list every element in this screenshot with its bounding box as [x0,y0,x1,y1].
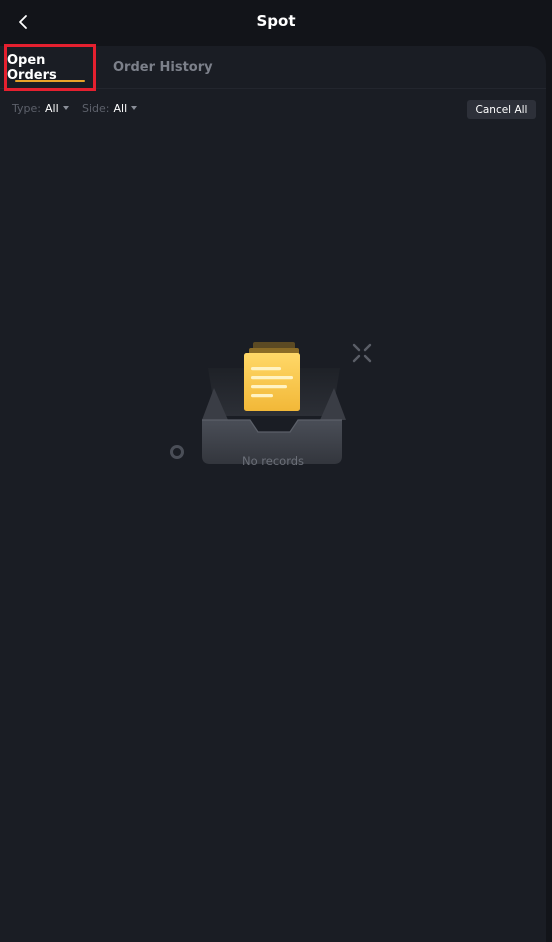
tab-order-history[interactable]: Order History [113,46,213,88]
side-filter-dropdown[interactable]: Side: All [82,102,138,115]
page-title: Spot [256,12,296,30]
tab-open-orders[interactable]: Open Orders [4,44,96,91]
side-filter-label: Side: [82,102,110,115]
active-tab-indicator [15,80,85,82]
spot-orders-screen: Spot Open Orders Order History Type: All… [0,0,552,942]
caret-down-icon [131,105,138,110]
empty-state-message: No records [241,454,305,468]
filter-bar: Type: All Side: All [0,98,546,122]
type-filter-value: All [44,102,59,115]
top-bar: Spot [0,0,552,44]
tab-open-orders-label: Open Orders [7,52,57,83]
cancel-all-button[interactable]: Cancel All [467,100,536,119]
order-tabs: Open Orders Order History [0,44,546,91]
side-filter-value: All [113,102,128,115]
type-filter-dropdown[interactable]: Type: All [12,102,69,115]
type-filter-label: Type: [12,102,41,115]
tab-order-history-label: Order History [113,59,213,75]
orders-panel: Open Orders Order History Type: All Side… [0,44,546,942]
caret-down-icon [62,105,69,110]
